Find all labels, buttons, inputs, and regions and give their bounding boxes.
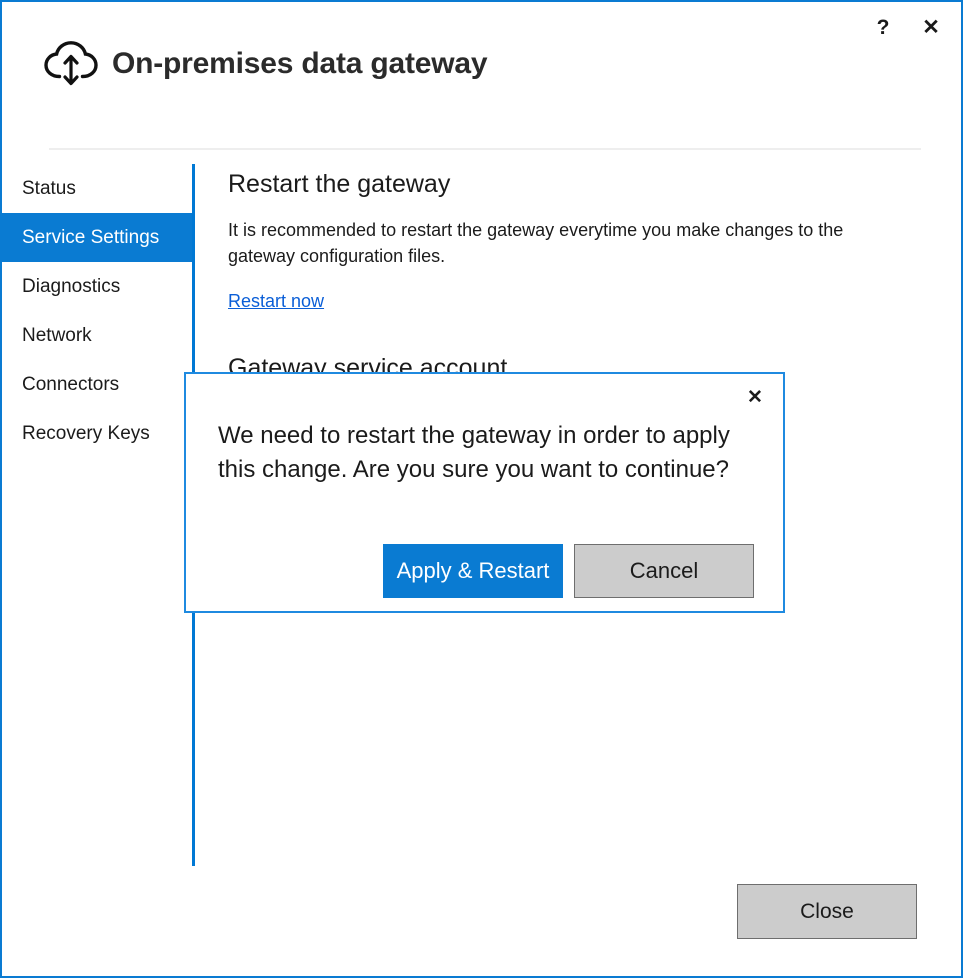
restart-confirmation-dialog: ✕ We need to restart the gateway in orde… bbox=[184, 372, 785, 613]
dialog-close-button[interactable]: ✕ bbox=[739, 382, 771, 412]
sidebar-nav: Status Service Settings Diagnostics Netw… bbox=[2, 164, 192, 458]
restart-gateway-heading: Restart the gateway bbox=[228, 170, 922, 199]
sidebar-item-status[interactable]: Status bbox=[2, 164, 192, 213]
gateway-configurator-window: ? ✕ On-premises data gateway Status bbox=[0, 0, 963, 978]
dialog-actions: Apply & Restart Cancel bbox=[186, 544, 783, 598]
window-footer: Close bbox=[2, 866, 961, 976]
close-button[interactable]: Close bbox=[737, 884, 917, 939]
brand-block: On-premises data gateway bbox=[42, 38, 487, 90]
cancel-button[interactable]: Cancel bbox=[574, 544, 754, 598]
dialog-message: We need to restart the gateway in order … bbox=[218, 419, 758, 487]
restart-now-link[interactable]: Restart now bbox=[228, 291, 324, 312]
sidebar-item-label: Status bbox=[22, 178, 76, 200]
restart-gateway-section: Restart the gateway It is recommended to… bbox=[228, 170, 922, 312]
restart-gateway-description: It is recommended to restart the gateway… bbox=[228, 217, 900, 269]
sidebar-item-label: Network bbox=[22, 325, 92, 347]
sidebar-item-label: Recovery Keys bbox=[22, 423, 150, 445]
sidebar-item-label: Diagnostics bbox=[22, 276, 120, 298]
sidebar-item-diagnostics[interactable]: Diagnostics bbox=[2, 262, 192, 311]
sidebar-item-connectors[interactable]: Connectors bbox=[2, 360, 192, 409]
page-title: On-premises data gateway bbox=[112, 47, 487, 81]
sidebar-item-service-settings[interactable]: Service Settings bbox=[2, 213, 192, 262]
sidebar-item-label: Service Settings bbox=[22, 227, 159, 249]
sidebar-item-recovery-keys[interactable]: Recovery Keys bbox=[2, 409, 192, 458]
apply-and-restart-button[interactable]: Apply & Restart bbox=[383, 544, 563, 598]
window-header: On-premises data gateway bbox=[2, 2, 961, 148]
close-icon: ✕ bbox=[747, 386, 763, 409]
header-divider bbox=[49, 148, 921, 150]
sidebar-item-network[interactable]: Network bbox=[2, 311, 192, 360]
sidebar-item-label: Connectors bbox=[22, 374, 119, 396]
cloud-up-down-arrow-icon bbox=[42, 38, 100, 90]
